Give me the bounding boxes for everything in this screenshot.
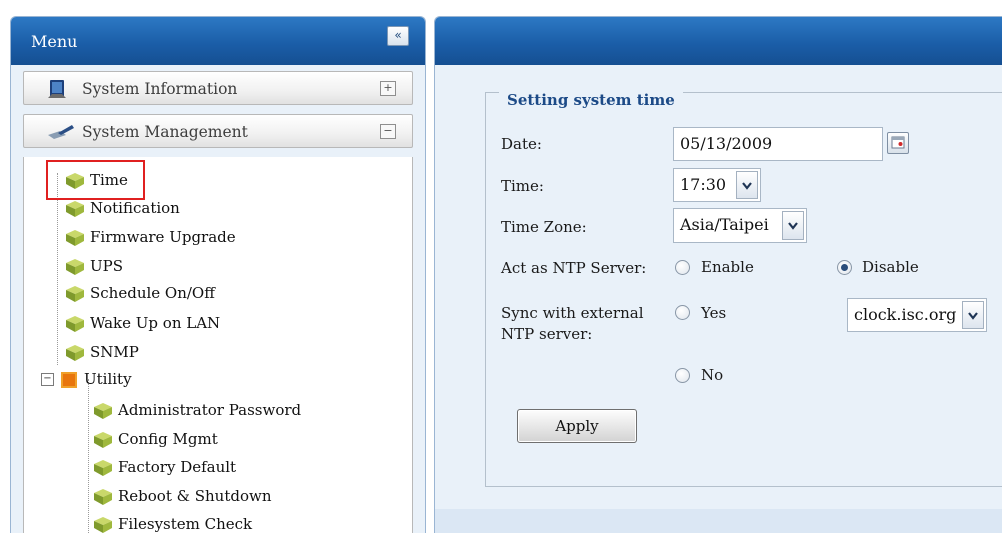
menu-item-label: Wake Up on LAN <box>90 314 221 332</box>
menu-item-label: SNMP <box>90 343 139 361</box>
content-header <box>435 17 1002 65</box>
section-system-management[interactable]: System Management − <box>23 114 413 148</box>
menu-item-administrator-password[interactable]: Administrator Password <box>92 397 301 423</box>
calendar-button[interactable] <box>887 132 909 154</box>
group-legend: Setting system time <box>499 91 683 109</box>
time-label: Time: <box>501 177 544 195</box>
menu-item-label: Filesystem Check <box>118 515 253 533</box>
menu-item-label: Time <box>90 171 128 189</box>
tree-line <box>88 379 89 533</box>
ntp-enable-radio[interactable] <box>675 260 690 275</box>
menu-item-label: Utility <box>84 370 132 388</box>
menu-item-utility[interactable]: Utility <box>58 366 132 392</box>
menu-header: Menu « <box>11 17 425 65</box>
menu-item-filesystem-check[interactable]: Filesystem Check <box>92 511 252 533</box>
ntp-disable-label: Disable <box>862 258 919 276</box>
menu-panel: Menu « System Information + System Manag… <box>10 16 426 533</box>
tree-line <box>57 173 58 365</box>
gem-icon <box>94 432 112 448</box>
menu-item-label: Config Mgmt <box>118 430 218 448</box>
content-footer <box>435 509 1002 533</box>
section-label: System Management <box>82 123 248 141</box>
sync-yes-label: Yes <box>701 304 727 322</box>
menu-title: Menu <box>31 32 78 51</box>
chevron-down-icon[interactable] <box>962 301 984 329</box>
sync-label-line2: NTP server: <box>501 325 593 343</box>
menu-item-reboot-shutdown[interactable]: Reboot & Shutdown <box>92 483 272 509</box>
ntp-disable-radio[interactable] <box>837 260 852 275</box>
sync-yes-radio[interactable] <box>675 305 690 320</box>
sync-label-line1: Sync with external <box>501 304 644 322</box>
date-label: Date: <box>501 135 542 153</box>
gem-icon <box>94 460 112 476</box>
gem-icon <box>66 286 84 302</box>
menu-item-label: Schedule On/Off <box>90 284 215 302</box>
gem-icon <box>66 259 84 275</box>
menu-item-label: Firmware Upgrade <box>90 228 236 246</box>
ntp-server-select[interactable]: clock.isc.org <box>847 298 987 332</box>
gem-icon <box>66 230 84 246</box>
menu-item-label: UPS <box>90 257 124 275</box>
menu-item-wake-up-on-lan[interactable]: Wake Up on LAN <box>64 310 220 336</box>
menu-item-label: Notification <box>90 199 180 217</box>
menu-item-factory-default[interactable]: Factory Default <box>92 454 236 480</box>
section-system-information[interactable]: System Information + <box>23 71 413 105</box>
time-value: 17:30 <box>680 175 727 194</box>
gem-icon <box>94 489 112 505</box>
gem-icon <box>94 517 112 533</box>
menu-item-label: Reboot & Shutdown <box>118 487 272 505</box>
time-zone-value: Asia/Taipei <box>680 215 769 234</box>
menu-item-ups[interactable]: UPS <box>64 253 123 279</box>
gem-icon <box>66 345 84 361</box>
expand-icon[interactable]: + <box>380 81 396 96</box>
gem-icon <box>66 173 84 189</box>
menu-item-time[interactable]: Time <box>64 167 128 193</box>
menu-item-label: Factory Default <box>118 458 237 476</box>
folder-icon <box>61 372 77 388</box>
calendar-icon <box>891 136 905 149</box>
collapse-menu-button[interactable]: « <box>387 26 409 46</box>
apply-button[interactable]: Apply <box>517 409 637 443</box>
utility-collapse-icon[interactable]: − <box>41 373 54 386</box>
ntp-server-value: clock.isc.org <box>854 305 957 324</box>
date-input[interactable]: 05/13/2009 <box>673 127 883 161</box>
tools-icon <box>48 125 74 139</box>
monitor-icon <box>48 80 66 98</box>
time-zone-select[interactable]: Asia/Taipei <box>673 208 807 243</box>
ntp-server-label: Act as NTP Server: <box>501 259 647 277</box>
menu-item-config-mgmt[interactable]: Config Mgmt <box>92 426 218 452</box>
menu-tree: Time Notification Firmware Upgrade UPS S… <box>23 157 413 533</box>
gem-icon <box>66 316 84 332</box>
menu-body: System Information + System Management −… <box>23 71 413 533</box>
gem-icon <box>66 201 84 217</box>
ntp-enable-label: Enable <box>701 258 754 276</box>
menu-item-snmp[interactable]: SNMP <box>64 339 139 365</box>
sync-no-radio[interactable] <box>675 368 690 383</box>
time-zone-label: Time Zone: <box>501 218 587 236</box>
collapse-icon[interactable]: − <box>380 124 396 139</box>
gem-icon <box>94 403 112 419</box>
sync-no-label: No <box>701 366 724 384</box>
section-label: System Information <box>82 80 238 98</box>
menu-item-notification[interactable]: Notification <box>64 195 180 221</box>
menu-item-label: Administrator Password <box>118 401 302 419</box>
content-panel: Setting system time Date: 05/13/2009 Tim… <box>434 16 1002 533</box>
time-select[interactable]: 17:30 <box>673 168 761 202</box>
chevron-down-icon[interactable] <box>782 211 804 240</box>
chevron-down-icon[interactable] <box>736 171 758 199</box>
menu-item-schedule-on-off[interactable]: Schedule On/Off <box>64 280 215 306</box>
menu-item-firmware-upgrade[interactable]: Firmware Upgrade <box>64 224 236 250</box>
